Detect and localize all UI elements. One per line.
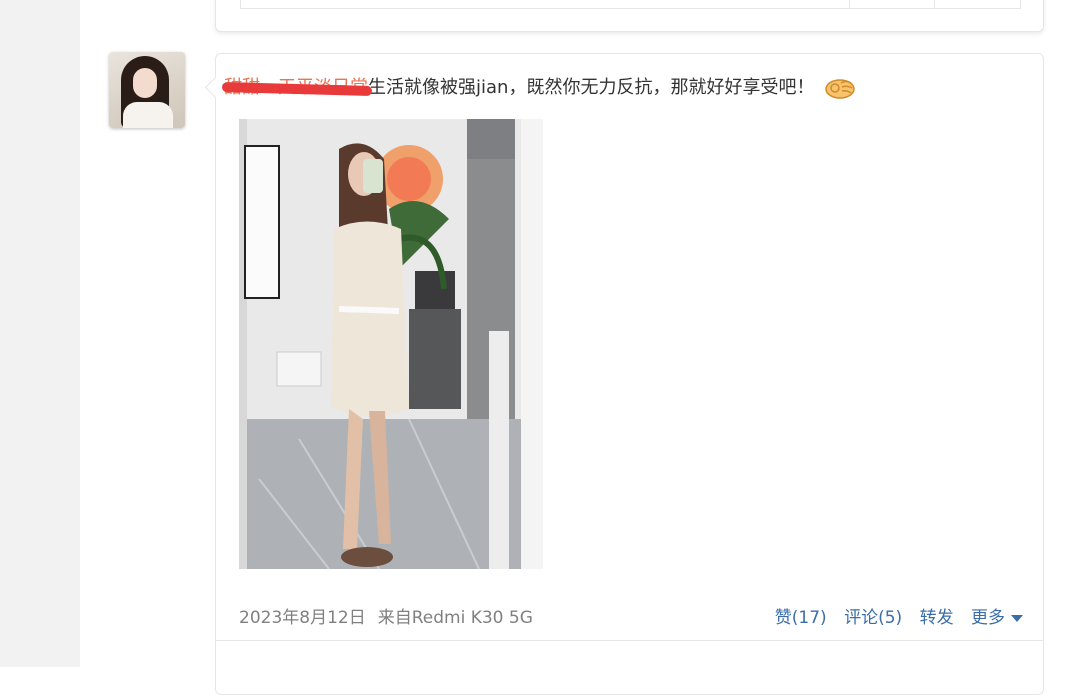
post-card: 甜甜一天平淡日常 生活就像被强jian，既然你无力反抗，那就好好享受吧！ [204, 53, 1044, 695]
repost-button[interactable]: 转发 [920, 608, 954, 628]
ok-hand-icon [825, 79, 856, 99]
post-photo[interactable] [239, 119, 543, 569]
author-link[interactable]: 甜甜一天平淡日常 [221, 76, 373, 100]
post-meta: 2023年8月12日 来自Redmi K30 5G [239, 603, 533, 628]
post-text: 生活就像被强jian，既然你无力反抗，那就好好享受吧！ [368, 77, 815, 98]
avatar[interactable] [109, 52, 185, 128]
post-content: 甜甜一天平淡日常 生活就像被强jian，既然你无力反抗，那就好好享受吧！ [221, 76, 856, 100]
chevron-down-icon [1011, 614, 1023, 622]
post-date[interactable]: 2023年8月12日 [239, 608, 366, 628]
more-button[interactable]: 更多 [971, 608, 1023, 628]
comment-button[interactable]: 评论(5) [844, 608, 902, 628]
post-source: 来自Redmi K30 5G [377, 608, 533, 628]
divider [934, 0, 935, 8]
previous-post-action-bar [240, 0, 1021, 9]
post-actions: 赞(17) 评论(5) 转发 更多 [763, 603, 1023, 628]
left-gutter [0, 0, 80, 667]
like-button[interactable]: 赞(17) [775, 608, 827, 628]
photo-image [239, 119, 543, 569]
previous-post-card [215, 0, 1044, 32]
more-label: 更多 [971, 608, 1005, 628]
divider [216, 640, 1043, 641]
next-content-peek [246, 660, 476, 670]
divider [849, 0, 850, 8]
